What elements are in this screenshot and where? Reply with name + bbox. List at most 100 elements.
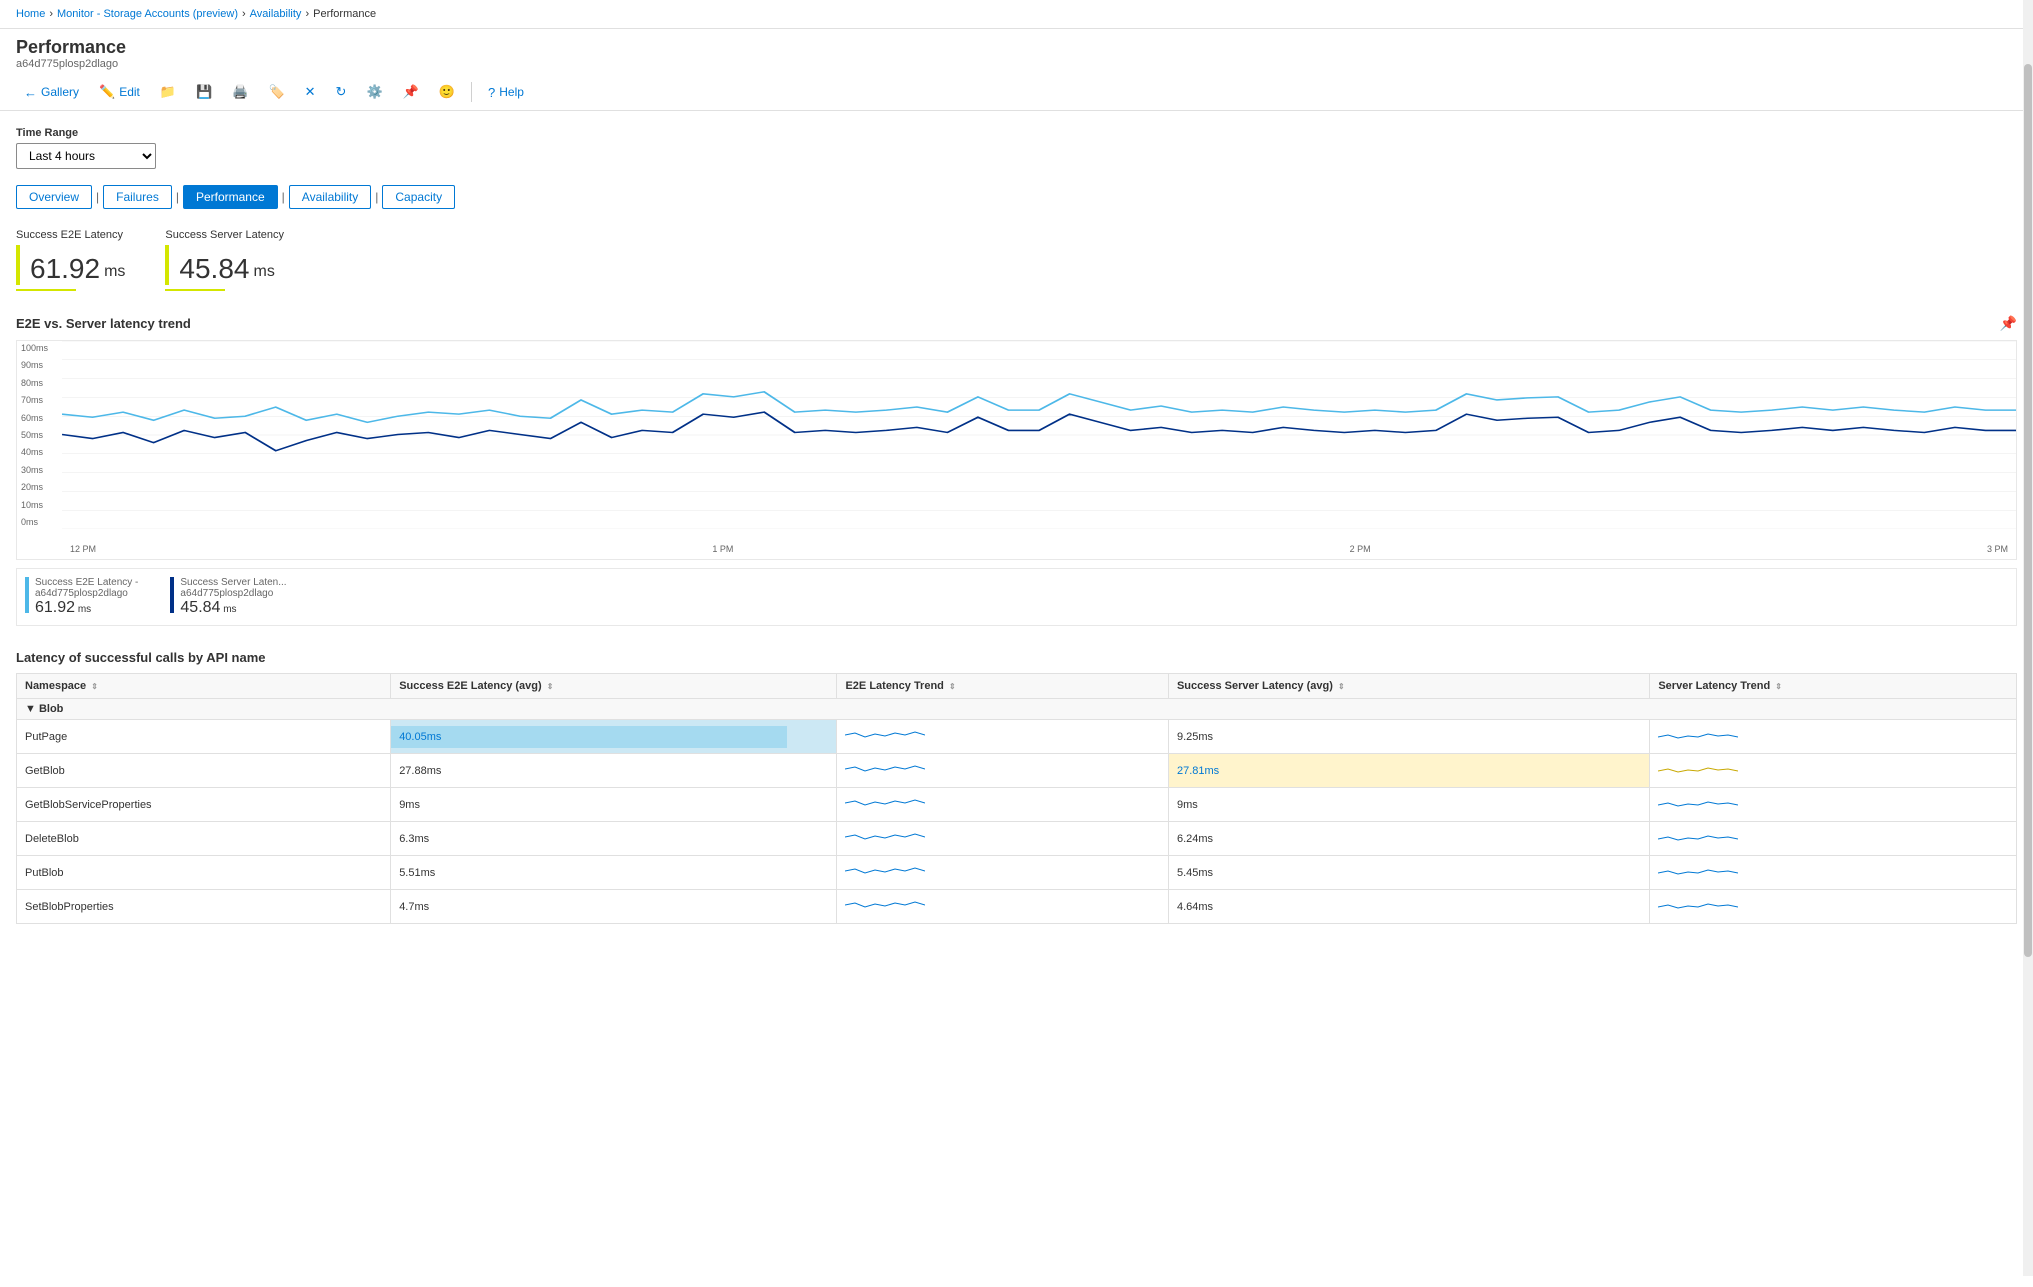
y-label-0: 0ms: [21, 517, 58, 527]
x-label-12pm: 12 PM: [70, 544, 96, 554]
tab-capacity[interactable]: Capacity: [382, 185, 455, 209]
chart-legend: Success E2E Latency - a64d775plosp2dlago…: [16, 568, 2017, 626]
e2e-legend-label: Success E2E Latency -: [35, 577, 138, 588]
sort-icon-server-trend: ⇕: [1775, 682, 1782, 691]
cell-e2e-avg: 5.51ms: [391, 856, 837, 890]
cell-e2e-trend: [837, 720, 1169, 754]
cell-namespace: PutBlob: [17, 856, 391, 890]
cell-e2e-avg: 27.88ms: [391, 754, 837, 788]
tab-overview[interactable]: Overview: [16, 185, 92, 209]
save-button[interactable]: 💾: [188, 80, 220, 104]
table-section: Latency of successful calls by API name …: [16, 650, 2017, 924]
folder-icon: 📁: [160, 84, 176, 100]
chart-container: 100ms 90ms 80ms 70ms 60ms 50ms 40ms 30ms…: [16, 340, 2017, 560]
col-server-avg[interactable]: Success Server Latency (avg) ⇕: [1168, 674, 1649, 699]
y-label-20: 20ms: [21, 482, 58, 492]
y-label-40: 40ms: [21, 447, 58, 457]
tag-icon: 🏷️: [268, 84, 284, 100]
col-e2e-avg[interactable]: Success E2E Latency (avg) ⇕: [391, 674, 837, 699]
col-e2e-trend[interactable]: E2E Latency Trend ⇕: [837, 674, 1169, 699]
breadcrumb-monitor[interactable]: Monitor - Storage Accounts (preview): [57, 8, 238, 20]
cell-server-avg: 27.81ms: [1168, 754, 1649, 788]
help-button[interactable]: ? Help: [480, 81, 532, 104]
y-label-70: 70ms: [21, 395, 58, 405]
chart-pin-icon[interactable]: 📌: [2000, 315, 2017, 332]
scrollbar-thumb[interactable]: [2024, 64, 2032, 957]
gallery-button[interactable]: ← Gallery: [16, 81, 87, 104]
cell-namespace: SetBlobProperties: [17, 890, 391, 924]
chart-x-axis: 12 PM 1 PM 2 PM 3 PM: [62, 539, 2016, 559]
cell-server-trend: [1650, 890, 2017, 924]
cell-namespace: GetBlobServiceProperties: [17, 788, 391, 822]
toolbar: ← Gallery ✏️ Edit 📁 💾 🖨️ 🏷️ ✕ ↻ ⚙️ 📌 🙂 ?…: [0, 74, 2033, 111]
sort-icon-server: ⇕: [1338, 682, 1345, 691]
col-server-trend[interactable]: Server Latency Trend ⇕: [1650, 674, 2017, 699]
y-label-30: 30ms: [21, 465, 58, 475]
copy-button[interactable]: 🖨️: [224, 80, 256, 104]
chart-svg-area: [62, 341, 2016, 529]
data-table: Namespace ⇕ Success E2E Latency (avg) ⇕ …: [16, 673, 2017, 924]
cell-e2e-trend: [837, 856, 1169, 890]
server-legend-label: Success Server Laten...: [180, 577, 286, 588]
cell-e2e-trend: [837, 754, 1169, 788]
x-label-3pm: 3 PM: [1987, 544, 2008, 554]
copy-icon: 🖨️: [232, 84, 248, 100]
edit-icon: ✏️: [99, 84, 115, 100]
settings-icon: ⚙️: [366, 84, 382, 100]
tag-button[interactable]: 🏷️: [260, 80, 292, 104]
y-label-80: 80ms: [21, 378, 58, 388]
server-latency-bar: [165, 245, 169, 285]
breadcrumb-availability[interactable]: Availability: [250, 8, 302, 20]
y-label-60: 60ms: [21, 413, 58, 423]
e2e-legend-bar: [25, 577, 29, 613]
server-line: [62, 412, 2016, 451]
chart-svg: [62, 341, 2016, 529]
help-icon: ?: [488, 85, 495, 100]
folder-button[interactable]: 📁: [152, 80, 184, 104]
server-latency-label: Success Server Latency: [165, 229, 284, 241]
tab-availability[interactable]: Availability: [289, 185, 371, 209]
refresh-button[interactable]: ↻: [328, 80, 355, 104]
e2e-latency-value: 61.92: [30, 253, 100, 285]
settings-button[interactable]: ⚙️: [358, 80, 390, 104]
emoji-button[interactable]: 🙂: [431, 80, 463, 104]
refresh-icon: ↻: [336, 84, 347, 100]
cell-e2e-trend: [837, 822, 1169, 856]
tab-failures[interactable]: Failures: [103, 185, 172, 209]
sort-icon-namespace: ⇕: [91, 682, 98, 691]
cell-server-trend: [1650, 754, 2017, 788]
save-icon: 💾: [196, 84, 212, 100]
table-header-row: Namespace ⇕ Success E2E Latency (avg) ⇕ …: [17, 674, 2017, 699]
pin-button[interactable]: 📌: [395, 80, 427, 104]
cell-e2e-avg: 9ms: [391, 788, 837, 822]
main-content: Time Range Last 4 hours Last hour Last 1…: [0, 111, 2033, 1287]
table-row: PutPage 40.05ms 9.25ms: [17, 720, 2017, 754]
emoji-icon: 🙂: [439, 84, 455, 100]
tab-performance[interactable]: Performance: [183, 185, 278, 209]
cell-server-trend: [1650, 788, 2017, 822]
cell-e2e-trend: [837, 788, 1169, 822]
breadcrumb-home[interactable]: Home: [16, 8, 45, 20]
scrollbar[interactable]: [2023, 0, 2033, 1276]
table-row: GetBlob27.88ms 27.81ms: [17, 754, 2017, 788]
metrics-row: Success E2E Latency 61.92 ms Success Ser…: [16, 229, 2017, 291]
edit-button[interactable]: ✏️ Edit: [91, 80, 148, 104]
group-row-blob: ▼ Blob: [17, 699, 2017, 720]
chart-y-axis: 100ms 90ms 80ms 70ms 60ms 50ms 40ms 30ms…: [17, 341, 62, 529]
server-underline: [165, 289, 225, 291]
table-row: PutBlob5.51ms 5.45ms: [17, 856, 2017, 890]
e2e-line: [62, 392, 2016, 422]
page-title: Performance: [16, 37, 2017, 58]
chart-section: E2E vs. Server latency trend 📌 100ms 90m…: [16, 315, 2017, 626]
breadcrumb-current: Performance: [313, 8, 376, 20]
col-namespace[interactable]: Namespace ⇕: [17, 674, 391, 699]
tabs-row: Overview | Failures | Performance | Avai…: [16, 185, 2017, 209]
server-legend-sublabel: a64d775plosp2dlago: [180, 588, 286, 599]
gallery-icon: ←: [24, 85, 37, 100]
cell-server-avg: 4.64ms: [1168, 890, 1649, 924]
server-legend-value: 45.84 ms: [180, 599, 286, 617]
e2e-legend-value: 61.92 ms: [35, 599, 138, 617]
time-range-select[interactable]: Last 4 hours Last hour Last 12 hours Las…: [16, 143, 156, 169]
e2e-latency-label: Success E2E Latency: [16, 229, 125, 241]
close-button[interactable]: ✕: [297, 80, 324, 104]
